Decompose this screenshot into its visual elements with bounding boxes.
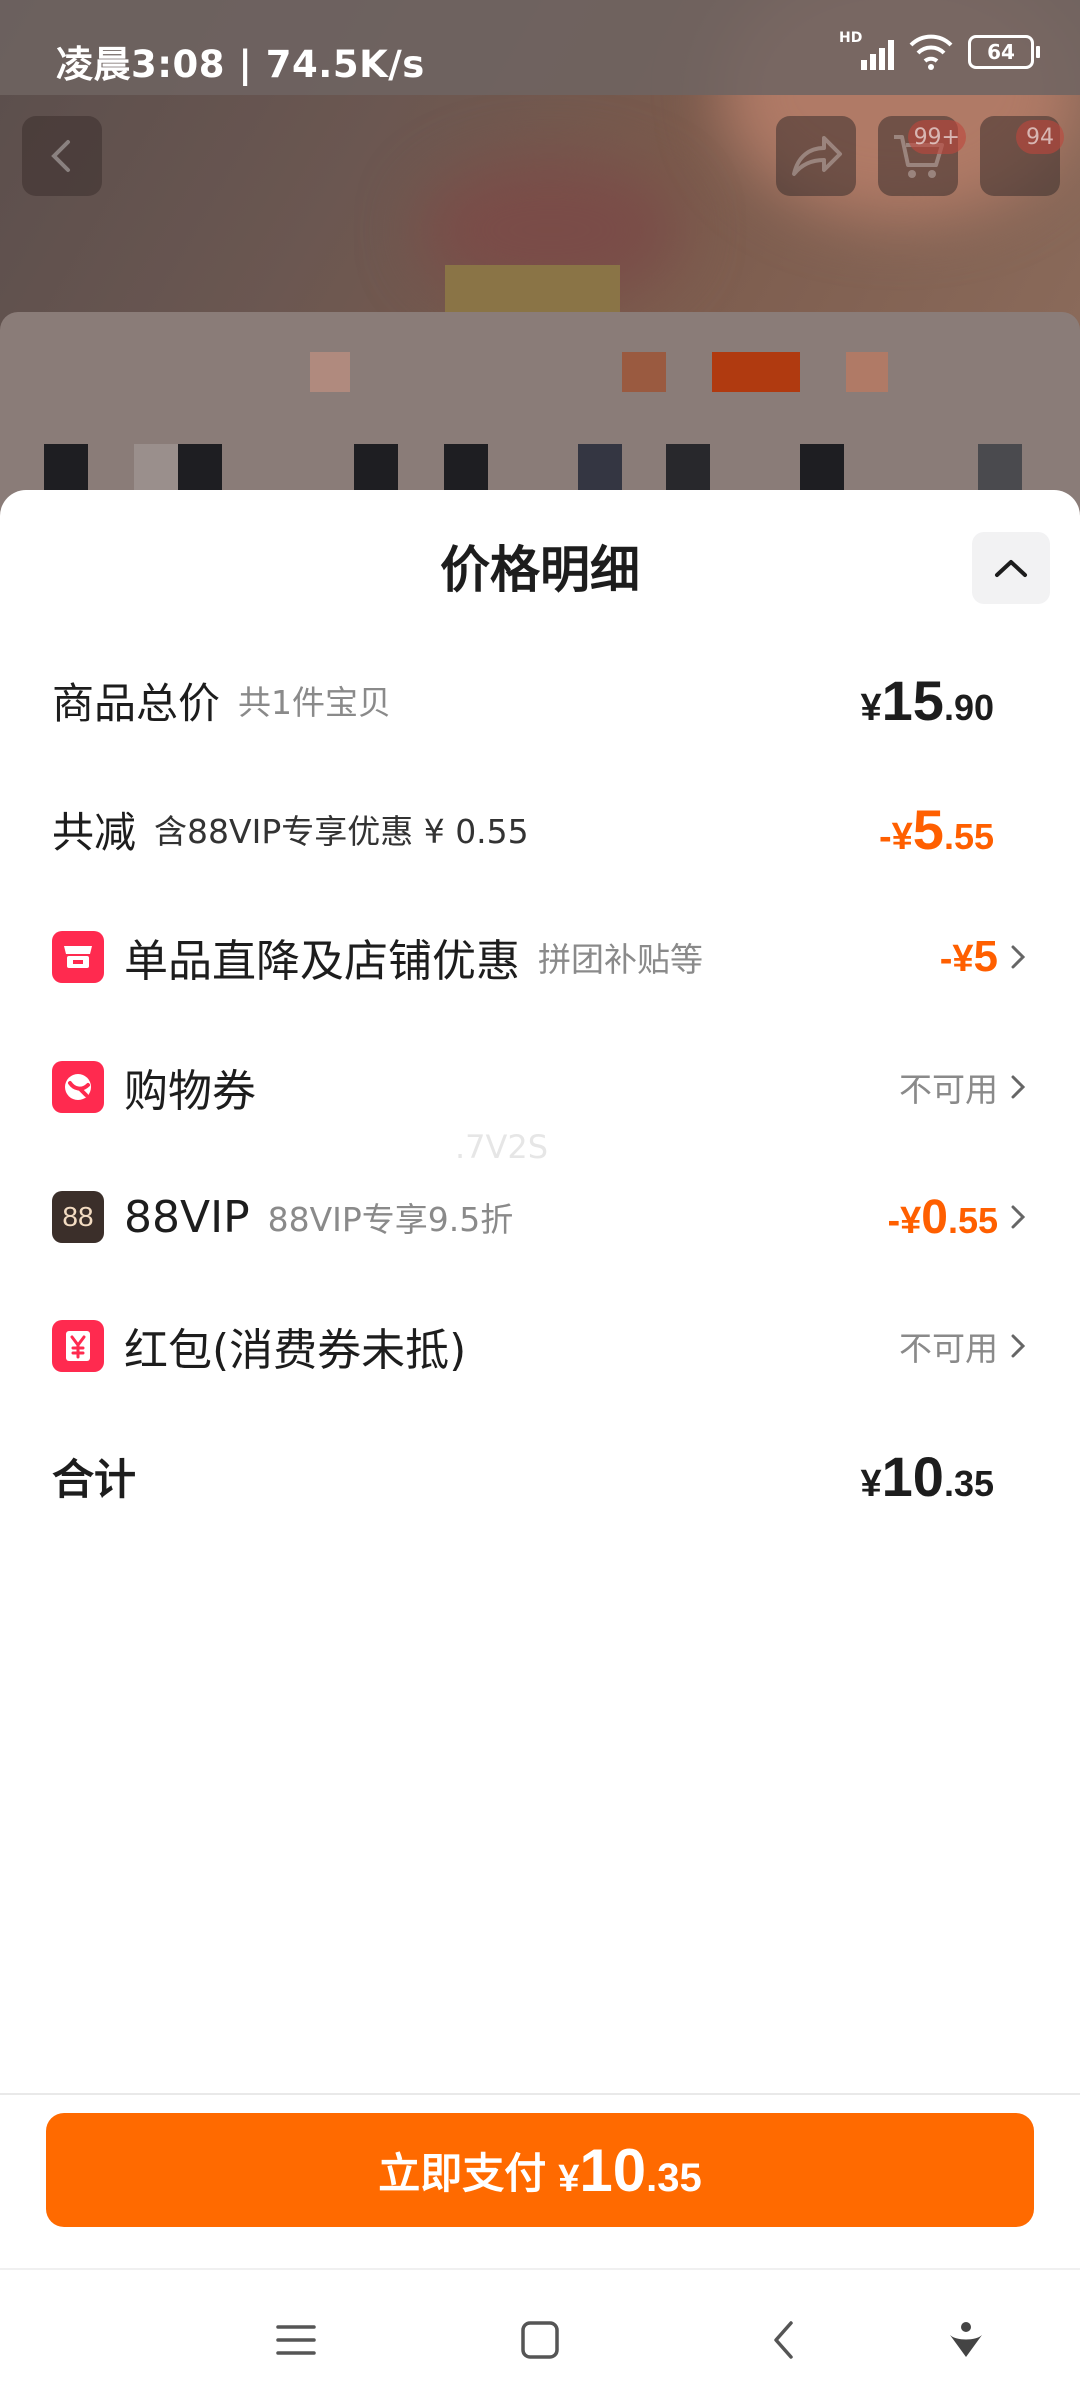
cart-count-badge: 99+: [907, 120, 966, 154]
coupon-status: 不可用: [899, 1070, 998, 1109]
pay-now-label: 立即支付: [378, 2148, 547, 2198]
total-reduction-label: 共减: [52, 807, 137, 857]
row-item-discount[interactable]: 单品直降及店铺优惠 拼团补贴等 -¥ 5: [52, 912, 1028, 1002]
vip-label: 88VIP: [124, 1191, 250, 1243]
message-count-badge: 94: [1016, 120, 1064, 154]
system-back-button[interactable]: [754, 2310, 814, 2370]
chevron-up-icon: [995, 560, 1027, 577]
collapse-button[interactable]: [972, 532, 1050, 604]
background-product-card: [0, 312, 1080, 520]
back-button[interactable]: [22, 116, 102, 196]
total-reduction-price: -¥ 5.55: [879, 797, 994, 861]
share-button[interactable]: [776, 116, 856, 196]
vip-discount-note: 含88VIP专享优惠 ¥ 0.55: [154, 812, 529, 851]
row-coupon[interactable]: 购物券 不可用: [52, 1042, 1028, 1132]
item-total-label: 商品总价: [52, 678, 221, 728]
background-page: 99+ 94 凌晨3:08 | 74.5K/s HD 64: [0, 0, 1080, 520]
vip-discount-price: -¥ 0.55: [887, 1190, 998, 1244]
item-discount-note: 拼团补贴等: [538, 940, 703, 979]
pay-now-price: ¥10.35: [558, 2136, 702, 2204]
item-total-price: ¥15.90: [860, 668, 994, 732]
sum-label: 合计: [52, 1454, 137, 1504]
row-red-packet[interactable]: 红包(消费券未抵) 不可用: [52, 1301, 1028, 1391]
pay-now-button[interactable]: 立即支付 ¥10.35: [46, 2113, 1034, 2227]
vip-note: 88VIP专享9.5折: [267, 1200, 514, 1239]
home-square-icon: [521, 2321, 559, 2359]
item-discount-label: 单品直降及店铺优惠: [124, 936, 520, 987]
assistant-button[interactable]: [936, 2310, 996, 2370]
sum-price: ¥10.35: [860, 1444, 994, 1508]
more-button[interactable]: 94: [980, 116, 1064, 196]
row-item-total: 商品总价 共1件宝贝 ¥15.90: [52, 655, 1028, 745]
system-navigation-bar: [0, 2270, 1080, 2400]
status-time-speed: 凌晨3:08 | 74.5K/s: [56, 43, 425, 86]
signal-icon: HD: [839, 30, 894, 70]
menu-icon: [276, 2325, 316, 2355]
red-packet-label: 红包(消费券未抵): [124, 1325, 467, 1376]
coupon-label: 购物券: [124, 1066, 256, 1117]
back-triangle-icon: [774, 2321, 793, 2359]
row-total-reduction: 共减 含88VIP专享优惠 ¥ 0.55 -¥ 5.55: [52, 784, 1028, 874]
shop-icon: [52, 931, 104, 983]
assistant-icon: [950, 2322, 982, 2357]
share-icon: [792, 136, 842, 176]
chevron-right-icon: [1011, 1334, 1026, 1358]
item-count-text: 共1件宝贝: [238, 683, 392, 722]
coupon-icon: [52, 1061, 104, 1113]
sheet-title: 价格明细: [440, 541, 640, 599]
menu-button[interactable]: [266, 2310, 326, 2370]
chevron-right-icon: [1011, 1075, 1026, 1099]
footer-divider: [0, 2093, 1080, 2095]
background-pixel-block: [445, 265, 620, 315]
status-bar: 凌晨3:08 | 74.5K/s HD 64: [0, 0, 1080, 95]
row-sum: 合计 ¥10.35: [52, 1431, 1028, 1521]
network-type-label: HD: [839, 30, 863, 46]
chevron-right-icon: [1011, 945, 1026, 969]
battery-level: 64: [968, 35, 1034, 69]
cart-button[interactable]: 99+: [878, 116, 966, 196]
row-88vip[interactable]: 88 88VIP 88VIP专享9.5折 -¥ 0.55: [52, 1172, 1028, 1262]
vip-88-icon: 88: [52, 1191, 104, 1243]
home-button[interactable]: [510, 2310, 570, 2370]
watermark-text: .7V2S: [455, 1128, 549, 1166]
wifi-icon: [909, 34, 953, 70]
back-arrow-icon: [51, 140, 70, 172]
item-discount-price: -¥ 5: [939, 932, 998, 981]
red-packet-status: 不可用: [899, 1329, 998, 1368]
battery-icon: 64: [968, 35, 1040, 69]
yen-icon: [52, 1320, 104, 1372]
chevron-right-icon: [1011, 1205, 1026, 1229]
